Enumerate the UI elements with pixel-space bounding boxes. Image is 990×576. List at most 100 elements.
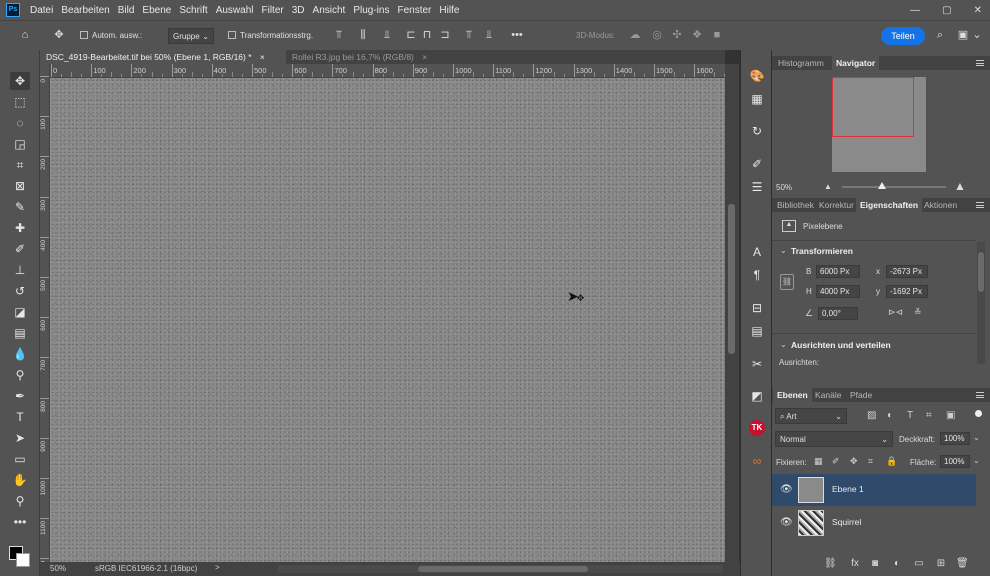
gradient-tool-icon[interactable]: ▤ (10, 324, 30, 342)
chevron-down-icon[interactable]: ⌄ (970, 28, 984, 42)
type-tool-icon[interactable]: T (10, 408, 30, 426)
filter-adjustment-icon[interactable]: ◐ (887, 410, 893, 421)
menu-ansicht[interactable]: Ansicht (313, 5, 346, 16)
object-select-tool-icon[interactable]: ◲ (10, 135, 30, 153)
align-vcenter-icon[interactable]: ⫼ (356, 28, 370, 42)
tab-aktionen[interactable]: Aktionen (920, 198, 961, 212)
move-tool-preset-icon[interactable]: ✥ (52, 28, 66, 42)
document-canvas[interactable] (50, 78, 725, 562)
3d-orbit-icon[interactable]: ☁ (628, 28, 642, 42)
navigator-zoom-value[interactable]: 50% (776, 183, 792, 192)
align-left-icon[interactable]: ⊏ (404, 28, 418, 42)
brush-panel-icon[interactable]: ✐ (749, 156, 765, 172)
blur-tool-icon[interactable]: 💧 (10, 345, 30, 363)
layer-style-icon[interactable]: fx (849, 558, 861, 570)
color-panel-icon[interactable]: 🎨 (749, 68, 765, 84)
menu-filter[interactable]: Filter (262, 5, 284, 16)
character-panel-icon[interactable]: A (749, 244, 765, 260)
rectangle-tool-icon[interactable]: ▭ (10, 450, 30, 468)
crop-tool-icon[interactable]: ⌗ (10, 156, 30, 174)
layer-comps-icon[interactable]: ◩ (749, 388, 765, 404)
properties-scrollbar[interactable] (977, 242, 985, 364)
menu-ebene[interactable]: Ebene (142, 5, 171, 16)
history-panel-icon[interactable]: ↻ (749, 123, 765, 139)
zoom-out-icon[interactable]: ▲ (824, 182, 832, 191)
layer-name[interactable]: Squirrel (832, 517, 861, 527)
plugin-loop-icon[interactable]: ∞ (749, 453, 765, 469)
3d-roll-icon[interactable]: ◎ (650, 28, 664, 42)
eraser-tool-icon[interactable]: ◪ (10, 303, 30, 321)
tool-presets-icon[interactable]: ✂ (749, 356, 765, 372)
home-icon[interactable]: ⌂ (18, 28, 32, 42)
align-right-icon[interactable]: ⊐ (438, 28, 452, 42)
transform-controls-checkbox[interactable]: Transformationsstrg. (228, 31, 313, 40)
menu-hilfe[interactable]: Hilfe (439, 5, 459, 16)
tab-histogramm[interactable]: Histogramm (774, 56, 828, 70)
lock-transparency-icon[interactable]: ▦ (814, 456, 823, 467)
menu-bild[interactable]: Bild (118, 5, 135, 16)
scrollbar-thumb[interactable] (978, 252, 984, 292)
tab-eigenschaften[interactable]: Eigenschaften (856, 198, 923, 212)
layer-row[interactable]: 👁 Ebene 1 (772, 474, 976, 506)
x-field[interactable]: -2673 Px (886, 265, 928, 278)
navigator-view-frame[interactable] (832, 77, 914, 137)
distribute-bottom-icon[interactable]: ⫫ (482, 28, 496, 42)
tab-kanaele[interactable]: Kanäle (811, 388, 845, 402)
filter-smart-object-icon[interactable]: ▣ (946, 410, 955, 421)
move-tool-icon[interactable]: ✥ (10, 72, 30, 90)
panel-menu-icon[interactable] (976, 392, 984, 398)
adjustment-layer-icon[interactable]: ◐ (891, 558, 903, 570)
tab-document-2[interactable]: Rollei R3.jpg bei 16,7% (RGB/8) × (286, 50, 433, 64)
auto-select-checkbox[interactable]: Autom. ausw.: (80, 31, 142, 40)
horizontal-scrollbar[interactable] (278, 565, 723, 573)
fill-field[interactable]: 100% (940, 455, 970, 468)
swatches-panel-icon[interactable]: ▦ (749, 91, 765, 107)
chevron-down-icon[interactable]: ⌄ (780, 340, 787, 349)
tab-pfade[interactable]: Pfade (846, 388, 876, 402)
visibility-eye-icon[interactable]: 👁 (780, 517, 793, 529)
delete-layer-icon[interactable]: 🗑 (956, 558, 969, 570)
3d-drag-icon[interactable]: ✣ (670, 28, 684, 42)
tab-ebenen[interactable]: Ebenen (773, 388, 812, 402)
flip-horizontal-icon[interactable]: ⊳⊲ (888, 307, 903, 318)
layer-mask-icon[interactable]: ◙ (869, 558, 881, 570)
pen-tool-icon[interactable]: ✒ (10, 387, 30, 405)
brush-tool-icon[interactable]: ✐ (10, 240, 30, 258)
align-heading[interactable]: Ausrichten und verteilen (791, 340, 891, 350)
chevron-down-icon[interactable]: ⌄ (973, 456, 980, 465)
new-layer-icon[interactable]: ⊞ (935, 558, 947, 570)
tab-bibliothek[interactable]: Bibliothek (773, 198, 818, 212)
zoom-slider-thumb[interactable] (877, 182, 886, 189)
tk-plugin-icon[interactable]: TK (749, 420, 765, 436)
vertical-scrollbar[interactable] (725, 64, 739, 562)
y-field[interactable]: -1692 Px (886, 285, 928, 298)
transform-heading[interactable]: Transformieren (791, 246, 853, 256)
lock-all-icon[interactable]: 🔒 (886, 456, 897, 467)
panel-menu-icon[interactable] (976, 202, 984, 208)
tab-navigator[interactable]: Navigator (832, 56, 880, 70)
height-field[interactable]: 4000 Px (816, 285, 860, 298)
close-tab-icon[interactable]: × (260, 52, 265, 62)
tab-document-1[interactable]: DSC_4919-Bearbeitet.tif bei 50% (Ebene 1… (40, 50, 286, 64)
path-select-tool-icon[interactable]: ➤ (10, 429, 30, 447)
dodge-tool-icon[interactable]: ⚲ (10, 366, 30, 384)
align-top-icon[interactable]: ⫪ (332, 28, 346, 42)
chevron-down-icon[interactable]: ⌄ (780, 246, 787, 255)
scrollbar-thumb[interactable] (418, 566, 588, 572)
lock-position-icon[interactable]: ✥ (850, 456, 858, 467)
layer-filter-dropdown[interactable]: ⌕ Art ⌄ (775, 408, 847, 424)
filter-toggle-icon[interactable] (975, 410, 982, 417)
width-field[interactable]: 6000 Px (816, 265, 860, 278)
zoom-level[interactable]: 50% (50, 564, 66, 573)
minimize-icon[interactable]: — (910, 5, 920, 16)
menu-bearbeiten[interactable]: Bearbeiten (61, 5, 109, 16)
3d-slide-icon[interactable]: ❖ (690, 28, 704, 42)
share-button[interactable]: Teilen (881, 27, 925, 45)
blend-mode-dropdown[interactable]: Normal ⌄ (775, 431, 893, 447)
distribute-top-icon[interactable]: ⫪ (462, 28, 476, 42)
lock-pixels-icon[interactable]: ✐ (832, 456, 840, 467)
new-group-icon[interactable]: ▭ (913, 558, 925, 570)
glyphs-panel-icon[interactable]: ⊟ (749, 300, 765, 316)
history-brush-tool-icon[interactable]: ↺ (10, 282, 30, 300)
menu-plugins[interactable]: Plug-ins (353, 5, 389, 16)
